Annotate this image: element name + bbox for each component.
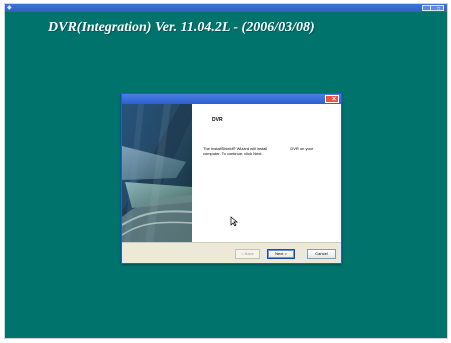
dialog-titlebar: × (122, 94, 341, 104)
wizard-artwork (122, 104, 192, 242)
wizard-message-line-1-right: DVR on your (290, 146, 314, 151)
wizard-side-graphic (122, 104, 192, 242)
app-icon: ◆ (7, 5, 12, 11)
maximize-icon: □ (437, 6, 441, 12)
maximize-button[interactable]: □ (430, 5, 444, 12)
product-name: DVR (212, 117, 223, 123)
mouse-cursor-icon (230, 216, 238, 227)
window-titlebar: ◆ _ □ (5, 4, 447, 12)
remote-desktop-screen: ◆ _ □ DVR(Integration) Ver. 11.04.2L - (… (5, 4, 447, 338)
wizard-message: The InstallShield® Wizard will install D… (203, 146, 335, 156)
wizard-content: DVR The InstallShield® Wizard will insta… (192, 104, 341, 242)
wizard-message-line-2: computer. To continue, click Next. (203, 151, 263, 156)
installshield-wizard-dialog: × DVR The InstallShield® Wizard will ins… (121, 93, 342, 264)
cancel-button[interactable]: Cancel (307, 249, 336, 259)
close-icon: × (332, 96, 337, 103)
wizard-button-bar: < Back Next > Cancel (122, 242, 341, 263)
next-button[interactable]: Next > (267, 249, 295, 259)
back-button[interactable]: < Back (235, 249, 260, 259)
installer-heading: DVR(Integration) Ver. 11.04.2L - (2006/0… (48, 20, 315, 35)
dialog-close-button[interactable]: × (325, 95, 339, 103)
